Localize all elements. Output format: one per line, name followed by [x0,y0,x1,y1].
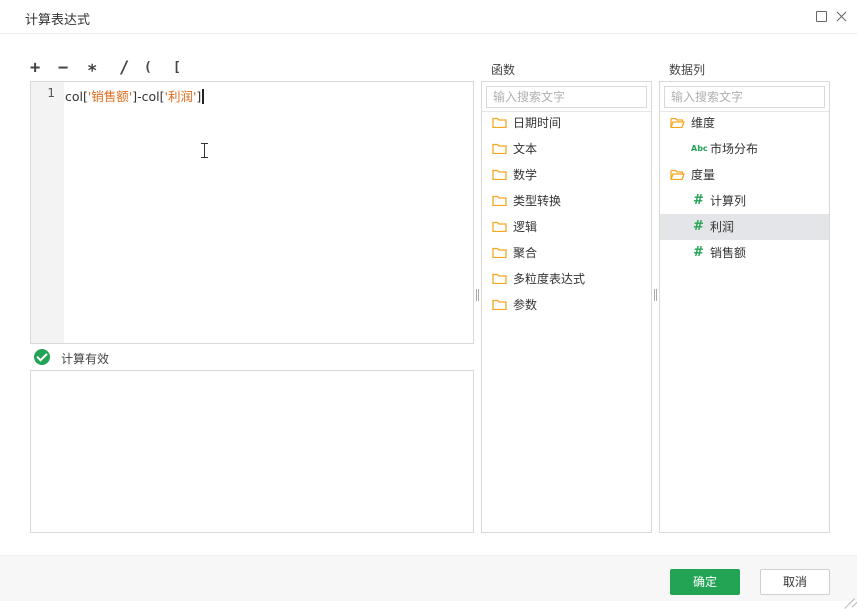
folder-icon [492,169,507,180]
folder-icon [492,247,507,258]
expression-code[interactable]: col['销售额']-col['利润'] [65,86,205,105]
number-type-icon: # [693,245,704,260]
function-category-item[interactable]: 文本 [482,136,651,162]
dialog-title: 计算表达式 [25,13,91,28]
folder-open-icon [670,169,685,180]
function-category-label: 数学 [513,168,538,182]
result-panel [30,370,474,533]
ok-button[interactable]: 确定 [670,569,740,595]
function-category-label: 参数 [513,298,538,312]
expression-editor[interactable]: 1 col['销售额']-col['利润'] [30,81,474,344]
code-string-token: '销售额' [87,89,133,104]
check-circle-icon [34,349,50,365]
functions-panel: 日期时间 文本 数学 类型转换 逻辑 聚合 多粒度表达式 参数 [481,81,652,533]
functions-header: 函数 [491,63,516,77]
splitter-handle[interactable] [653,289,658,301]
code-token: ]-col[ [132,89,165,104]
number-type-icon: # [693,193,704,208]
function-category-label: 多粒度表达式 [513,272,586,286]
folder-icon [492,273,507,284]
folder-icon [492,195,507,206]
column-item-calculated[interactable]: # 计算列 [660,188,829,214]
validation-status-text: 计算有效 [61,352,110,366]
cancel-button[interactable]: 取消 [760,569,830,595]
measure-group[interactable]: 度量 [660,162,829,188]
dimension-group[interactable]: 维度 [660,110,829,136]
columns-search-input[interactable] [664,86,825,108]
dialog-footer: 确定 取消 [0,555,857,601]
maximize-icon[interactable] [815,10,829,24]
function-category-item[interactable]: 多粒度表达式 [482,266,651,292]
function-category-label: 日期时间 [513,116,562,130]
text-cursor-icon [200,143,209,158]
function-category-label: 文本 [513,142,538,156]
column-item-label: 利润 [710,220,735,234]
column-item-sales[interactable]: # 销售额 [660,240,829,266]
plus-operator-button[interactable]: + [30,58,40,78]
folder-icon [492,299,507,310]
column-item-label: 市场分布 [710,142,759,156]
column-item-market[interactable]: Abc 市场分布 [660,136,829,162]
divide-operator-button[interactable]: / [119,58,129,78]
code-token: ] [196,89,202,104]
code-string-token: '利润' [164,89,197,104]
function-category-item[interactable]: 逻辑 [482,214,651,240]
line-number: 1 [47,86,55,100]
function-category-item[interactable]: 参数 [482,292,651,318]
resize-grip-icon[interactable] [843,587,855,599]
splitter-handle[interactable] [475,289,480,301]
code-token: col[ [65,89,88,104]
function-category-label: 逻辑 [513,220,538,234]
multiply-operator-button[interactable]: ∗ [87,58,97,78]
function-category-item[interactable]: 日期时间 [482,110,651,136]
line-number-gutter: 1 [31,82,64,343]
columns-header: 数据列 [669,63,706,77]
minus-operator-button[interactable]: − [58,58,68,78]
folder-icon [492,143,507,154]
dialog-titlebar: 计算表达式 [0,0,857,34]
measure-group-label: 度量 [691,168,716,182]
text-caret [202,89,205,104]
folder-icon [492,221,507,232]
number-type-icon: # [693,219,704,234]
functions-search-input[interactable] [486,86,647,108]
function-category-label: 类型转换 [513,194,562,208]
function-category-label: 聚合 [513,246,538,260]
folder-icon [492,117,507,128]
function-category-item[interactable]: 类型转换 [482,188,651,214]
columns-panel: 维度 Abc 市场分布 度量 # 计算列 # 利润 # 销售额 [659,81,830,533]
column-item-label: 销售额 [710,246,747,260]
text-type-icon: Abc [691,144,708,153]
function-category-item[interactable]: 聚合 [482,240,651,266]
dimension-group-label: 维度 [691,116,716,130]
column-item-label: 计算列 [710,194,747,208]
close-icon[interactable] [835,10,849,24]
folder-open-icon [670,117,685,128]
function-category-item[interactable]: 数学 [482,162,651,188]
column-item-profit[interactable]: # 利润 [660,214,829,240]
